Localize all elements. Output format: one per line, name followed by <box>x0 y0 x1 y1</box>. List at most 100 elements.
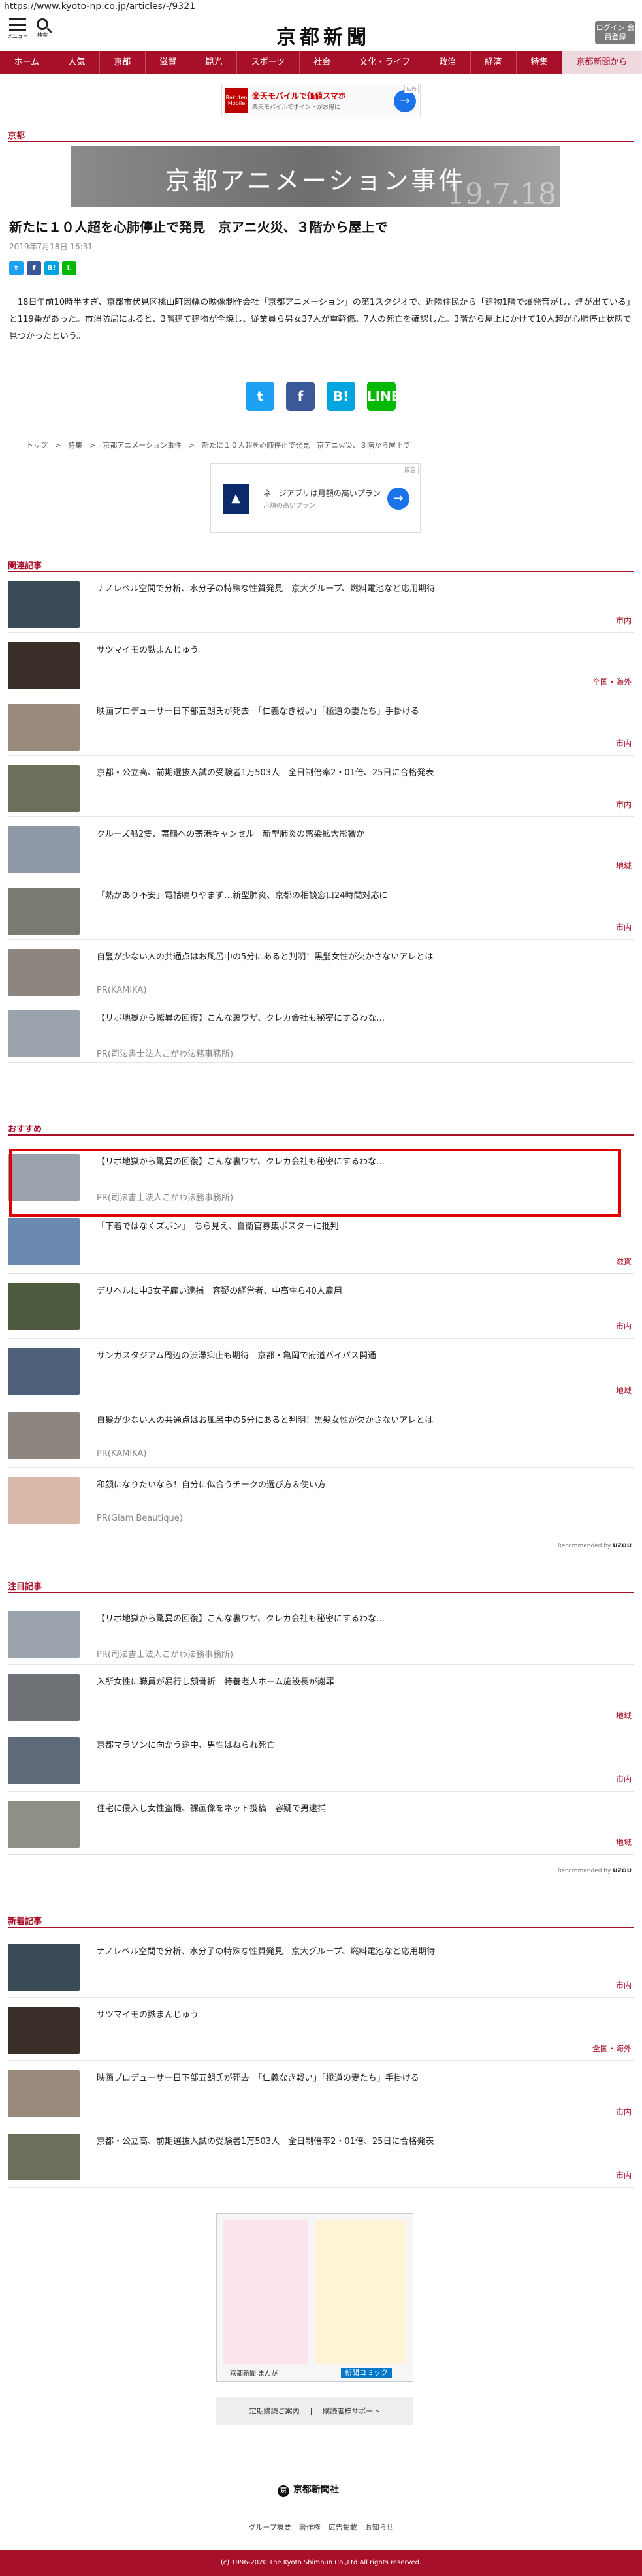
list-item[interactable]: クルーズ船2隻、舞鶴への寄港キャンセル 新型肺炎の感染拡大影響か地域 <box>8 826 634 878</box>
item-title[interactable]: 京都マラソンに向かう途中、男性はねられ死亡 <box>97 1740 626 1752</box>
site-logo[interactable]: 京都新聞 <box>261 21 385 49</box>
footer-menu-item[interactable]: グループ概要 <box>248 2523 291 2532</box>
nav-item[interactable]: 政治 <box>425 51 471 74</box>
item-title[interactable]: 【リボ地獄から驚異の回復】こんな裏ワザ、クレカ会社も秘密にするわな… <box>97 1613 626 1625</box>
item-title[interactable]: ナノレベル空間で分析、水分子の特殊な性質発見 京大グループ、燃料電池など応用期待 <box>97 583 626 595</box>
top-ad-banner[interactable]: Rakuten Mobile 楽天モバイルで価値スマホ 楽天モバイルでポイントが… <box>221 84 421 117</box>
item-title[interactable]: 和顔になりたいなら！自分に似合うチークの選び方＆使い方 <box>97 1480 626 1491</box>
footer-logo[interactable]: 京京都新聞社 <box>278 2483 339 2497</box>
list-item[interactable]: 京都・公立高、前期選抜入試の受験者1万503人 全日制倍率2・01倍、25日に合… <box>8 2134 634 2188</box>
item-title[interactable]: 自髪が少ない人の共通点はお風呂中の5分にあると判明！黒髪女性が欠かさないアレとは <box>97 1415 626 1427</box>
mid-ad[interactable]: ▲ ネージアプリは月額の高いプラン 月額の高いプラン → 広告 <box>210 463 421 533</box>
list-item[interactable]: サツマイモの麩まんじゅう全国・海外 <box>8 642 634 694</box>
item-title[interactable]: クルーズ船2隻、舞鶴への寄港キャンセル 新型肺炎の感染拡大影響か <box>97 829 626 841</box>
category-tag[interactable]: 地域 <box>616 1710 632 1721</box>
category-tag[interactable]: 市内 <box>616 1773 632 1784</box>
share-button[interactable]: L <box>62 261 76 275</box>
category-tag[interactable]: 全国・海外 <box>592 676 632 687</box>
category-tag[interactable]: 地域 <box>616 1385 632 1396</box>
share-button[interactable]: f <box>27 261 41 275</box>
recommended-by[interactable]: Recommended by UZOU <box>558 1868 632 1874</box>
footer-menu-item[interactable]: 著作権 <box>299 2523 321 2532</box>
category-tag[interactable]: 市内 <box>616 1979 632 1991</box>
list-item[interactable]: 自髪が少ない人の共通点はお風呂中の5分にあると判明！黒髪女性が欠かさないアレとは… <box>8 949 634 1001</box>
list-item[interactable]: 住宅に侵入し女性盗撮、裸画像をネット投稿 容疑で男逮捕地域 <box>8 1801 634 1855</box>
list-item[interactable]: 「下着ではなくズボン」 ちら見え、自衛官募集ポスターに批判滋賀 <box>8 1218 634 1274</box>
category-tag[interactable]: 市内 <box>616 799 632 810</box>
nav-item[interactable]: 京都新聞から <box>562 51 642 74</box>
list-item[interactable]: 自髪が少ない人の共通点はお風呂中の5分にあると判明！黒髪女性が欠かさないアレとは… <box>8 1412 634 1468</box>
category-tag[interactable]: 市内 <box>616 615 632 626</box>
category-tag[interactable]: 地域 <box>616 1837 632 1848</box>
twitter-icon[interactable]: t <box>246 382 274 411</box>
facebook-icon[interactable]: f <box>286 382 315 411</box>
item-title[interactable]: 京都・公立高、前期選抜入試の受験者1万503人 全日制倍率2・01倍、25日に合… <box>97 768 626 779</box>
item-title[interactable]: 【リボ地獄から驚異の回復】こんな裏ワザ、クレカ会社も秘密にするわな… <box>97 1013 626 1025</box>
item-title[interactable]: 映画プロデューサー日下部五朗氏が死去 「仁義なき戦い」「極道の妻たち」手掛ける <box>97 2073 626 2085</box>
item-title[interactable]: 「熱があり不安」電話鳴りやまず…新型肺炎、京都の相談窓口24時間対応に <box>97 890 626 902</box>
item-title[interactable]: 住宅に侵入し女性盗撮、裸画像をネット投稿 容疑で男逮捕 <box>97 1803 626 1815</box>
category-tag[interactable]: 全国・海外 <box>592 2043 632 2054</box>
login-button[interactable]: ログイン 会員登録 <box>595 21 635 44</box>
category-tag[interactable]: 滋賀 <box>616 1256 632 1267</box>
list-item[interactable]: デリヘルに中3女子雇い逮捕 容疑の経営者、中高生ら40人雇用市内 <box>8 1283 634 1339</box>
item-title[interactable]: 京都・公立高、前期選抜入試の受験者1万503人 全日制倍率2・01倍、25日に合… <box>97 2136 626 2148</box>
item-title[interactable]: ナノレベル空間で分析、水分子の特殊な性質発見 京大グループ、燃料電池など応用期待 <box>97 1946 626 1958</box>
menu-button[interactable]: メニュー <box>7 18 29 40</box>
subscribe-link[interactable]: 定期購読ご案内 <box>249 2406 300 2416</box>
nav-item[interactable]: 特集 <box>517 51 563 74</box>
share-button[interactable]: t <box>9 261 24 275</box>
nav-item[interactable]: 人気 <box>54 51 100 74</box>
footer-menu-item[interactable]: お知らせ <box>365 2523 394 2532</box>
footer-menu-item[interactable]: 広告掲載 <box>329 2523 357 2532</box>
category-tag[interactable]: 市内 <box>616 2106 632 2117</box>
support-link[interactable]: 購読者様サポート <box>323 2406 380 2416</box>
list-item[interactable]: 「熱があり不安」電話鳴りやまず…新型肺炎、京都の相談窓口24時間対応に市内 <box>8 888 634 940</box>
hatena-icon[interactable]: B! <box>327 382 355 411</box>
list-item[interactable]: 入所女性に職員が暴行し顔骨折 特養老人ホーム施設長が謝罪地域 <box>8 1674 634 1728</box>
list-item[interactable]: サンガスタジアム周辺の渋滞抑止も期待 京都・亀岡で府道バイパス開通地域 <box>8 1348 634 1403</box>
line-icon[interactable]: LINE <box>367 382 400 411</box>
category-tag[interactable]: 市内 <box>616 2169 632 2180</box>
search-button[interactable]: 検索 <box>33 18 52 39</box>
feature-banner[interactable]: 京都アニメーション事件 19.7.18 <box>71 146 560 207</box>
nav-item[interactable]: スポーツ <box>237 51 300 74</box>
browser-url-bar[interactable]: https://www.kyoto-np.co.jp/articles/-/93… <box>0 0 642 16</box>
list-item[interactable]: 【リボ地獄から驚異の回復】こんな裏ワザ、クレカ会社も秘密にするわな… PR(司法書… <box>8 1611 634 1665</box>
manga-ad[interactable]: 京都新聞 まんが 新聞コミック <box>216 2213 413 2382</box>
category-tag[interactable]: 地域 <box>616 860 632 871</box>
nav-item[interactable]: 観光 <box>191 51 237 74</box>
category-tag[interactable]: 市内 <box>616 1320 632 1331</box>
list-item[interactable]: 京都マラソンに向かう途中、男性はねられ死亡市内 <box>8 1737 634 1792</box>
recommended-by[interactable]: Recommended by UZOU <box>558 1543 632 1549</box>
item-title[interactable]: 入所女性に職員が暴行し顔骨折 特養老人ホーム施設長が謝罪 <box>97 1677 626 1688</box>
list-item[interactable]: 【リボ地獄から驚異の回復】こんな裏ワザ、クレカ会社も秘密にするわな… PR(司法書… <box>8 1010 634 1063</box>
item-title[interactable]: 自髪が少ない人の共通点はお風呂中の5分にあると判明！黒髪女性が欠かさないアレとは <box>97 952 626 963</box>
list-item[interactable]: 映画プロデューサー日下部五朗氏が死去 「仁義なき戦い」「極道の妻たち」手掛ける市… <box>8 704 634 756</box>
list-item[interactable]: ナノレベル空間で分析、水分子の特殊な性質発見 京大グループ、燃料電池など応用期待… <box>8 1944 634 1998</box>
list-item[interactable]: 京都・公立高、前期選抜入試の受験者1万503人 全日制倍率2・01倍、25日に合… <box>8 765 634 817</box>
nav-item[interactable]: 滋賀 <box>146 51 191 74</box>
breadcrumb[interactable]: トップ > 特集 > 京都アニメーション事件 > 新たに１０人超を心肺停止で発見… <box>26 440 410 450</box>
list-item[interactable]: 映画プロデューサー日下部五朗氏が死去 「仁義なき戦い」「極道の妻たち」手掛ける市… <box>8 2070 634 2124</box>
item-title[interactable]: サツマイモの麩まんじゅう <box>97 2010 626 2021</box>
list-item[interactable]: サツマイモの麩まんじゅう全国・海外 <box>8 2007 634 2061</box>
item-title[interactable]: サンガスタジアム周辺の渋滞抑止も期待 京都・亀岡で府道バイパス開通 <box>97 1350 626 1362</box>
share-button[interactable]: B! <box>44 261 59 275</box>
nav-item[interactable]: ホーム <box>0 51 54 74</box>
category-tag[interactable]: 市内 <box>616 922 632 933</box>
nav-item[interactable]: 文化・ライフ <box>345 51 425 74</box>
list-item[interactable]: ナノレベル空間で分析、水分子の特殊な性質発見 京大グループ、燃料電池など応用期待… <box>8 581 634 633</box>
item-title[interactable]: 「下着ではなくズボン」 ちら見え、自衛官募集ポスターに批判 <box>97 1221 626 1233</box>
nav-item[interactable]: 京都 <box>100 51 146 74</box>
nav-item[interactable]: 経済 <box>471 51 517 74</box>
item-title[interactable]: デリヘルに中3女子雇い逮捕 容疑の経営者、中高生ら40人雇用 <box>97 1286 626 1297</box>
ad-arrow-icon[interactable]: → <box>394 90 416 112</box>
ad-arrow-icon[interactable]: → <box>387 488 409 510</box>
item-title[interactable]: 映画プロデューサー日下部五朗氏が死去 「仁義なき戦い」「極道の妻たち」手掛ける <box>97 706 626 718</box>
list-item[interactable]: 和顔になりたいなら！自分に似合うチークの選び方＆使い方 PR(Glam Beaut… <box>8 1477 634 1532</box>
item-title[interactable]: サツマイモの麩まんじゅう <box>97 645 626 657</box>
category-tag[interactable]: 市内 <box>616 737 632 749</box>
recommended-by-text: Recommended by <box>557 1868 611 1874</box>
nav-item[interactable]: 社会 <box>300 51 345 74</box>
